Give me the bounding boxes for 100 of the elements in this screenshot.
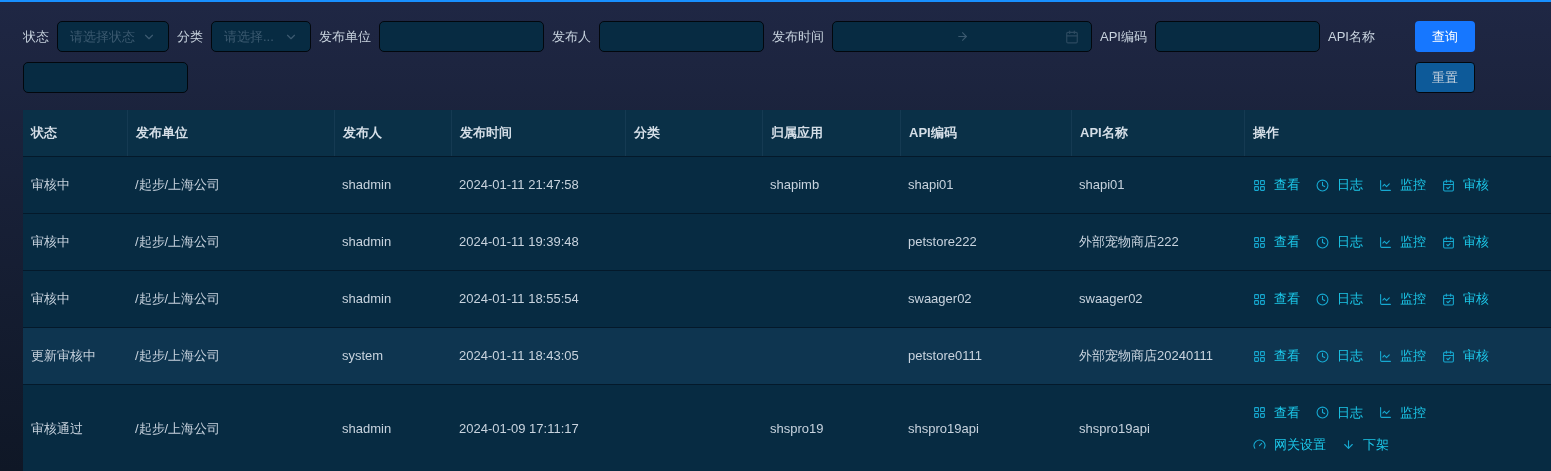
table-cell: petstore0111 (908, 348, 982, 364)
table-cell: shadmin (342, 234, 392, 250)
column-header: 发布单位 (136, 124, 188, 143)
arrow-down-icon (1342, 437, 1355, 451)
filter-label: 发布时间 (772, 27, 824, 46)
grid-icon (1253, 235, 1266, 249)
table-cell: 审核通过 (31, 420, 83, 436)
filter-label: API编码 (1100, 27, 1147, 46)
table-cell: shadmin (342, 177, 392, 193)
arrow-right-icon (955, 30, 969, 43)
column-header: API名称 (1080, 124, 1128, 143)
table-cell: 外部宠物商店222 (1079, 234, 1179, 250)
input-field[interactable] (379, 21, 544, 52)
table-cell: /起步/上海公司 (135, 177, 221, 193)
action-link[interactable]: 监控 (1379, 403, 1426, 423)
line-chart-icon (1379, 406, 1392, 420)
table-cell: 2024-01-11 19:39:48 (459, 234, 579, 250)
table-cell: shadmin (342, 420, 392, 436)
action-link[interactable]: 查看 (1253, 175, 1300, 195)
action-link[interactable]: 网关设置 (1253, 434, 1326, 454)
line-chart-icon (1379, 349, 1392, 363)
table-cell: 2024-01-11 21:47:58 (459, 177, 579, 193)
reset-button[interactable]: 重置 (1415, 62, 1475, 93)
table-cell: shspro19api (908, 420, 979, 436)
action-link[interactable]: 查看 (1253, 232, 1300, 252)
calendar-icon (1065, 29, 1079, 44)
clock-icon (1316, 178, 1329, 192)
action-link[interactable]: 日志 (1316, 289, 1363, 309)
calendar-check-icon (1442, 235, 1455, 249)
column-header: 归属应用 (771, 124, 823, 143)
filter-label: 状态 (23, 27, 49, 46)
grid-icon (1253, 292, 1266, 306)
action-link[interactable]: 日志 (1316, 346, 1363, 366)
filter-label: 发布人 (552, 27, 591, 46)
table-cell: swaager02 (1079, 291, 1143, 307)
column-header: 分类 (634, 124, 660, 143)
input-field[interactable] (23, 62, 188, 93)
action-link[interactable]: 监控 (1379, 289, 1426, 309)
action-link[interactable]: 审核 (1442, 232, 1489, 252)
clock-icon (1316, 235, 1329, 249)
action-link[interactable]: 日志 (1316, 232, 1363, 252)
gauge-icon (1253, 437, 1266, 451)
column-header: 发布时间 (460, 124, 512, 143)
clock-icon (1316, 406, 1329, 420)
table-cell: system (342, 348, 384, 364)
search-button[interactable]: 查询 (1415, 21, 1475, 52)
table-cell: 审核中 (31, 234, 70, 250)
filter-label: API名称 (1327, 27, 1375, 46)
action-link[interactable]: 监控 (1379, 346, 1426, 366)
table-cell: 审核中 (31, 291, 70, 307)
table-cell: /起步/上海公司 (135, 420, 221, 436)
table-cell: 审核中 (31, 177, 70, 193)
table-cell: 2024-01-09 17:11:17 (459, 420, 579, 436)
action-link[interactable]: 日志 (1316, 175, 1363, 195)
action-link[interactable]: 日志 (1316, 403, 1363, 423)
table-cell: /起步/上海公司 (135, 291, 221, 307)
table-cell: /起步/上海公司 (135, 348, 221, 364)
table-cell: shapi01 (1079, 177, 1125, 193)
input-field[interactable] (1154, 21, 1320, 52)
calendar-check-icon (1442, 349, 1455, 363)
line-chart-icon (1379, 178, 1392, 192)
column-header: 操作 (1253, 124, 1279, 143)
action-link[interactable]: 下架 (1342, 434, 1389, 454)
line-chart-icon (1379, 235, 1392, 249)
table-cell: 2024-01-11 18:43:05 (459, 348, 579, 364)
date-range-field[interactable] (832, 21, 1092, 52)
grid-icon (1253, 178, 1266, 192)
table-cell: 外部宠物商店20240111 (1079, 348, 1213, 364)
grid-icon (1253, 406, 1266, 420)
table-cell: shapimb (770, 177, 820, 193)
action-link[interactable]: 监控 (1379, 232, 1426, 252)
table-cell: shadmin (342, 291, 392, 307)
table-cell: shapi01 (908, 177, 954, 193)
table-cell: 2024-01-11 18:55:54 (459, 291, 579, 307)
table-cell: /起步/上海公司 (135, 234, 221, 250)
table-cell: shspro19 (770, 420, 824, 436)
grid-icon (1253, 349, 1266, 363)
filter-label: 发布单位 (319, 27, 371, 46)
action-link[interactable]: 查看 (1253, 346, 1300, 366)
column-header: 状态 (31, 124, 57, 143)
table-cell: swaager02 (908, 291, 972, 307)
column-header: 发布人 (343, 124, 382, 143)
action-link[interactable]: 查看 (1253, 403, 1300, 423)
clock-icon (1316, 292, 1329, 306)
table-row[interactable]: 更新审核中 /起步/上海公司 system 2024-01-11 18:43:05 petstore0111 外部宠物商店20240111 查看 日志 监控 审核 (23, 328, 1551, 385)
action-link[interactable]: 审核 (1442, 175, 1489, 195)
calendar-check-icon (1442, 178, 1455, 192)
action-link[interactable]: 查看 (1253, 289, 1300, 309)
table-cell: shspro19api (1079, 420, 1150, 436)
clock-icon (1316, 349, 1329, 363)
action-link[interactable]: 审核 (1442, 346, 1489, 366)
calendar-check-icon (1442, 292, 1455, 306)
table-cell: petstore222 (908, 234, 977, 250)
input-field[interactable] (599, 21, 764, 52)
line-chart-icon (1379, 292, 1392, 306)
action-link[interactable]: 监控 (1379, 175, 1426, 195)
filter-label: 分类 (177, 27, 203, 46)
column-header: API编码 (909, 124, 957, 143)
table-cell: 更新审核中 (31, 348, 96, 364)
action-link[interactable]: 审核 (1442, 289, 1489, 309)
